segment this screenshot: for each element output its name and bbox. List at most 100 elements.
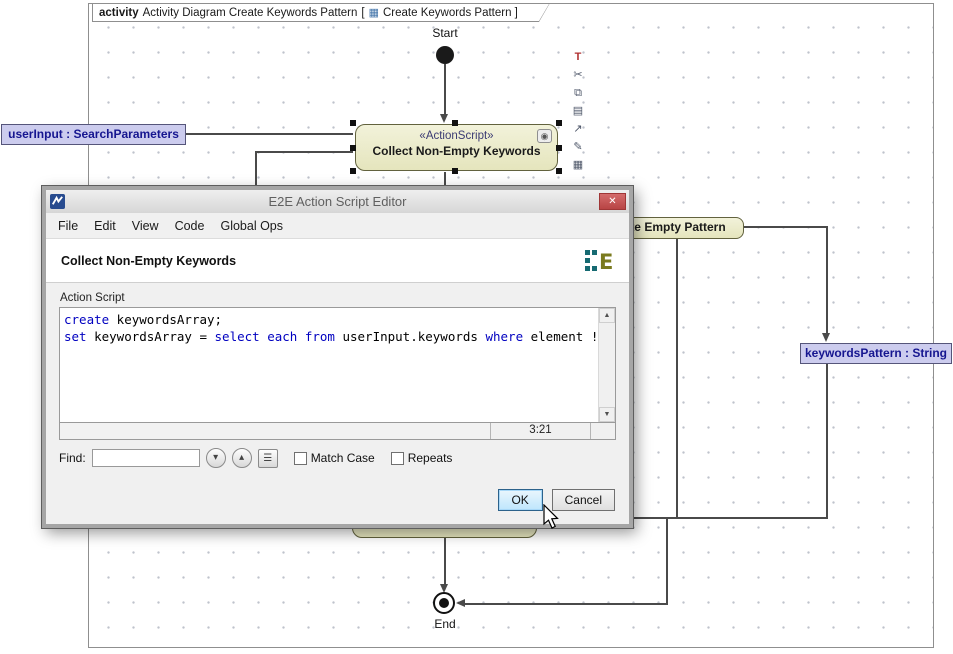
edge-segment[interactable]	[744, 226, 828, 228]
action-script-panel-label: Action Script	[60, 292, 616, 304]
menu-bar: File Edit View Code Global Ops	[46, 213, 629, 238]
code-editor[interactable]: create keywordsArray; set keywordsArray …	[59, 307, 616, 423]
cancel-button[interactable]: Cancel	[552, 489, 615, 511]
cut-icon[interactable]: ✂	[569, 68, 587, 83]
grid-icon[interactable]: ▦	[569, 158, 587, 173]
code-line-1: create keywordsArray;	[64, 311, 594, 328]
mouse-cursor	[542, 504, 560, 530]
end-node-core	[439, 598, 449, 608]
edge-segment[interactable]	[826, 226, 828, 334]
edge-segment[interactable]	[464, 603, 668, 605]
screen: activity Activity Diagram Create Keyword…	[0, 0, 953, 654]
edge-segment[interactable]	[186, 133, 353, 135]
menu-view[interactable]: View	[124, 216, 167, 236]
edge-segment[interactable]	[255, 151, 353, 153]
code-token: select	[215, 329, 260, 344]
app-icon	[50, 194, 65, 209]
frame-title: Activity Diagram Create Keywords Pattern	[143, 7, 358, 19]
diagram-icon: ▦	[369, 6, 379, 19]
dialog-titlebar[interactable]: E2E Action Script Editor ✕	[46, 190, 629, 213]
edge-segment[interactable]	[666, 517, 668, 605]
close-button[interactable]: ✕	[599, 193, 626, 210]
code-token: set	[64, 329, 87, 344]
repeats-option: Repeats	[391, 451, 453, 465]
text-tool-icon[interactable]: T	[569, 50, 587, 65]
find-previous-button[interactable]: ▴	[232, 448, 252, 468]
arrowhead	[440, 114, 448, 123]
chevron-down-icon: ▾	[213, 452, 218, 463]
horizontal-scrollbar[interactable]	[60, 423, 491, 439]
repeats-checkbox[interactable]	[391, 452, 404, 465]
editor-status-bar: 3:21	[59, 423, 616, 440]
arrow-icon[interactable]: ↗	[569, 122, 587, 137]
action-stereotype: «ActionScript»	[356, 130, 557, 142]
selection-handle[interactable]	[350, 145, 356, 151]
script-badge-icon[interactable]: ◉	[537, 129, 552, 143]
selection-handle[interactable]	[452, 120, 458, 126]
menu-file[interactable]: File	[50, 216, 86, 236]
code-token: userInput.keywords	[335, 329, 486, 344]
highlight-all-button[interactable]: ☰	[258, 449, 278, 468]
end-node-label: End	[423, 617, 467, 631]
frame-bracket: [	[361, 7, 364, 19]
code-token	[297, 329, 305, 344]
start-node[interactable]	[436, 46, 454, 64]
ok-button[interactable]: OK	[498, 489, 543, 511]
match-case-label: Match Case	[311, 451, 375, 465]
pin-userinput[interactable]: userInput : SearchParameters	[1, 124, 186, 145]
frame-kind-label: activity	[99, 7, 139, 19]
menu-global-ops[interactable]: Global Ops	[212, 216, 291, 236]
menu-edit[interactable]: Edit	[86, 216, 124, 236]
dialog-title: E2E Action Script Editor	[46, 194, 629, 209]
scroll-down-icon[interactable]: ▼	[599, 407, 615, 422]
match-case-checkbox[interactable]	[294, 452, 307, 465]
find-next-button[interactable]: ▾	[206, 448, 226, 468]
find-input[interactable]	[92, 449, 200, 467]
menu-code[interactable]: Code	[167, 216, 213, 236]
list-lines-icon: ☰	[263, 453, 272, 464]
caret-position: 3:21	[491, 423, 591, 439]
repeats-label: Repeats	[408, 451, 453, 465]
frame-title-suffix: Create Keywords Pattern ]	[383, 7, 518, 19]
arrowhead	[456, 599, 465, 607]
diagram-frame-tab[interactable]: activity Activity Diagram Create Keyword…	[92, 3, 550, 22]
svg-text:E: E	[599, 250, 613, 274]
copy-icon[interactable]: ⧉	[569, 86, 587, 101]
edge-segment[interactable]	[676, 239, 678, 518]
selection-handle[interactable]	[452, 168, 458, 174]
code-token: from	[305, 329, 335, 344]
edge-segment[interactable]	[633, 517, 828, 519]
selection-handle[interactable]	[556, 145, 562, 151]
action-name: Collect Non-Empty Keywords	[356, 144, 557, 158]
edge-segment[interactable]	[444, 64, 446, 115]
selection-handle[interactable]	[556, 120, 562, 126]
e2e-logo-icon: E	[584, 248, 614, 274]
scroll-up-icon[interactable]: ▲	[599, 308, 615, 323]
code-token: create	[64, 312, 109, 327]
list-icon[interactable]: ▤	[569, 104, 587, 119]
edit-icon[interactable]: ✎	[569, 140, 587, 155]
selection-handle[interactable]	[350, 168, 356, 174]
code-token: where	[485, 329, 523, 344]
selection-handle[interactable]	[350, 120, 356, 126]
find-label: Find:	[59, 451, 86, 465]
selection-handle[interactable]	[556, 168, 562, 174]
find-bar: Find: ▾ ▴ ☰ Match Case Repeats	[59, 448, 616, 468]
dialog-header: Collect Non-Empty Keywords E	[46, 238, 629, 283]
code-line-2: set keywordsArray = select each from use…	[64, 328, 594, 345]
action-script-editor-dialog: E2E Action Script Editor ✕ File Edit Vie…	[42, 186, 633, 528]
arrowhead	[822, 333, 830, 342]
chevron-up-icon: ▴	[239, 452, 244, 463]
edge-segment[interactable]	[444, 538, 446, 585]
code-token: keywordsArray =	[87, 329, 215, 344]
vertical-scrollbar[interactable]: ▲ ▼	[598, 308, 615, 422]
pin-keywordspattern[interactable]: keywordsPattern : String	[800, 343, 952, 364]
code-token: keywordsArray;	[109, 312, 222, 327]
scrollbar-corner	[591, 423, 615, 439]
script-name: Collect Non-Empty Keywords	[61, 254, 236, 268]
close-icon: ✕	[608, 196, 616, 207]
edge-segment[interactable]	[826, 364, 828, 518]
edge-segment[interactable]	[444, 172, 446, 186]
edge-segment[interactable]	[255, 151, 257, 186]
action-node-collect-keywords[interactable]: «ActionScript» Collect Non-Empty Keyword…	[355, 124, 558, 171]
